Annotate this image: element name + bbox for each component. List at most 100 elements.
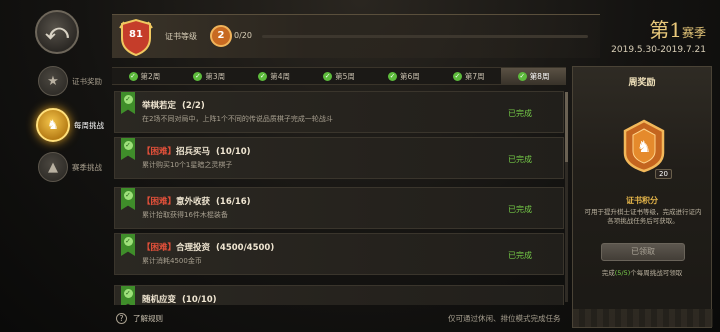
tab-week-3[interactable]: ✓ 第3周 [177, 68, 242, 84]
rail-label: 每周挑战 [74, 120, 104, 130]
week-label: 第3周 [205, 71, 226, 81]
help-link[interactable]: ? 了解规则 [116, 313, 163, 324]
task-title: 随机应变 (10/10) [142, 293, 217, 305]
task-name: 意外收获 [176, 197, 211, 207]
rail-item-season[interactable]: ▲ 赛季挑战 [38, 152, 102, 182]
tab-week-4[interactable]: ✓ 第4周 [242, 68, 307, 84]
help-label: 了解规则 [133, 314, 163, 323]
reward-name: 证书积分 [626, 196, 658, 205]
task-desc: 累计消耗4500金币 [142, 257, 202, 265]
rail-item-weekly[interactable]: ♞ 每周挑战 [36, 108, 104, 142]
task-name: 举棋若定 [142, 101, 177, 111]
reward-item[interactable]: ♞ 20 [611, 111, 675, 183]
task-difficulty: 【困难】 [142, 197, 177, 207]
claim-note-count: (5/5) [614, 269, 631, 277]
tab-week-8[interactable]: ✓ 第8周 [501, 68, 567, 84]
weekly-reward-panel: 周奖励 ♞ 20 证书积分 可用于提升棋士证书等级，完成进行证内各项挑战任务后可… [572, 66, 713, 328]
back-arrow-icon: ⤺ [45, 19, 69, 45]
task-row: ✓ 举棋若定 (2/2) 在2场不同对局中，上阵1个不同的传说品质棋子完成一轮战斗… [114, 91, 564, 133]
rail-label: 赛季挑战 [72, 162, 102, 172]
claim-note-prefix: 完成 [601, 269, 615, 277]
game-screen: ⤺ ★ 证书奖励 ♞ 每周挑战 ▲ 赛季挑战 81 证书等级 2 0/20 第1… [0, 0, 720, 332]
task-row: ✓ 【困难】招兵买马 (10/10) 累计购买10个1星暗之灵棋子 已完成 [114, 137, 564, 179]
claim-note: 完成(5/5)个每周挑战可领取 [573, 267, 711, 277]
season-range: 2019.5.30-2019.7.21 [611, 45, 706, 55]
task-title: 【困难】招兵买马 (10/10) [142, 145, 251, 157]
mountain-icon: ▲ [38, 152, 68, 182]
rail-label: 证书奖励 [72, 76, 102, 86]
task-row: ✓ 随机应变 (10/10) [114, 285, 564, 305]
week-label: 第2周 [140, 71, 161, 81]
scrollbar-thumb[interactable] [565, 92, 568, 162]
task-title: 【困难】意外收获 (16/16) [142, 195, 251, 207]
task-title: 举棋若定 (2/2) [142, 99, 205, 111]
task-count: (4500/4500) [216, 243, 275, 253]
tab-week-6[interactable]: ✓ 第6周 [371, 68, 436, 84]
season-number: 1 [669, 18, 682, 42]
task-difficulty: 【困难】 [142, 243, 177, 253]
week-label: 第6周 [399, 71, 420, 81]
question-icon: ? [116, 313, 127, 324]
week-label: 第7周 [464, 71, 485, 81]
task-count: (16/16) [216, 197, 251, 207]
tab-week-7[interactable]: ✓ 第7周 [436, 68, 501, 84]
task-status: 已完成 [508, 205, 532, 214]
rail-item-certificate[interactable]: ★ 证书奖励 [38, 66, 102, 96]
check-icon: ✓ [517, 71, 527, 81]
panel-ornament [573, 309, 713, 327]
task-name: 随机应变 [142, 295, 177, 305]
tab-week-2[interactable]: ✓ 第2周 [112, 68, 177, 84]
task-count: (10/10) [216, 147, 251, 157]
weekly-title: 周奖励 [628, 78, 656, 88]
check-icon: ✓ [452, 71, 462, 81]
level-badge: 81 [118, 18, 154, 57]
level-label: 证书等级 [165, 32, 197, 41]
check-icon: ✓ [128, 71, 138, 81]
week-label: 第8周 [529, 71, 550, 81]
week-tabs: ✓ 第2周 ✓ 第3周 ✓ 第4周 ✓ 第5周 ✓ 第6周 ✓ 第7周 ✓ 第8周 [112, 67, 567, 85]
task-status: 已完成 [508, 155, 532, 164]
next-level-icon: 2 [210, 25, 232, 47]
check-icon: ✓ [193, 71, 203, 81]
back-button[interactable]: ⤺ [35, 10, 79, 54]
task-count: (10/10) [182, 295, 217, 305]
complete-flag-icon: ✓ [121, 138, 135, 160]
task-difficulty: 【困难】 [142, 147, 177, 157]
level-value: 81 [129, 29, 143, 40]
level-progress: 2 0/20 [210, 24, 590, 48]
check-icon: ✓ [323, 71, 333, 81]
complete-flag-icon: ✓ [121, 188, 135, 210]
medal-icon: ★ [38, 66, 68, 96]
task-title: 【困难】合理投资 (4500/4500) [142, 241, 274, 253]
chess-knight-icon: ♞ [36, 108, 70, 142]
check-icon: ✓ [387, 71, 397, 81]
task-count: (2/2) [182, 101, 205, 111]
task-list[interactable]: ✓ 举棋若定 (2/2) 在2场不同对局中，上阵1个不同的传说品质棋子完成一轮战斗… [114, 91, 564, 305]
task-row: ✓ 【困难】合理投资 (4500/4500) 累计消耗4500金币 已完成 [114, 233, 564, 275]
week-label: 第5周 [335, 71, 355, 81]
claim-button[interactable]: 已领取 [601, 243, 685, 261]
reward-desc: 可用于提升棋士证书等级，完成进行证内各项挑战任务后可获取。 [584, 208, 702, 225]
task-desc: 累计拾取获得16件木棍装备 [142, 211, 228, 219]
task-name: 合理投资 [176, 243, 211, 253]
complete-flag-icon: ✓ [121, 92, 135, 114]
progress-text: 0/20 [234, 31, 252, 40]
season-info: 第1赛季 2019.5.30-2019.7.21 [611, 20, 706, 55]
progress-bar [262, 35, 588, 38]
complete-flag-icon: ✓ [121, 286, 135, 305]
claim-note-suffix: 个每周挑战可领取 [630, 269, 683, 277]
certificate-badge-icon: ♞ [623, 119, 665, 173]
task-desc: 累计购买10个1星暗之灵棋子 [142, 161, 233, 169]
mode-note: 仅可通过休闲、排位模式完成任务 [448, 314, 561, 323]
task-status: 已完成 [508, 251, 532, 260]
season-prefix: 第 [649, 18, 670, 42]
scrollbar[interactable] [565, 92, 568, 302]
reward-count: 20 [655, 169, 672, 179]
week-label: 第4周 [270, 71, 291, 81]
task-desc: 在2场不同对局中，上阵1个不同的传说品质棋子完成一轮战斗 [142, 115, 333, 123]
task-row: ✓ 【困难】意外收获 (16/16) 累计拾取获得16件木棍装备 已完成 [114, 187, 564, 229]
season-suffix: 赛季 [681, 26, 706, 40]
tab-week-5[interactable]: ✓ 第5周 [307, 68, 372, 84]
complete-flag-icon: ✓ [121, 234, 135, 256]
task-name: 招兵买马 [176, 147, 211, 157]
